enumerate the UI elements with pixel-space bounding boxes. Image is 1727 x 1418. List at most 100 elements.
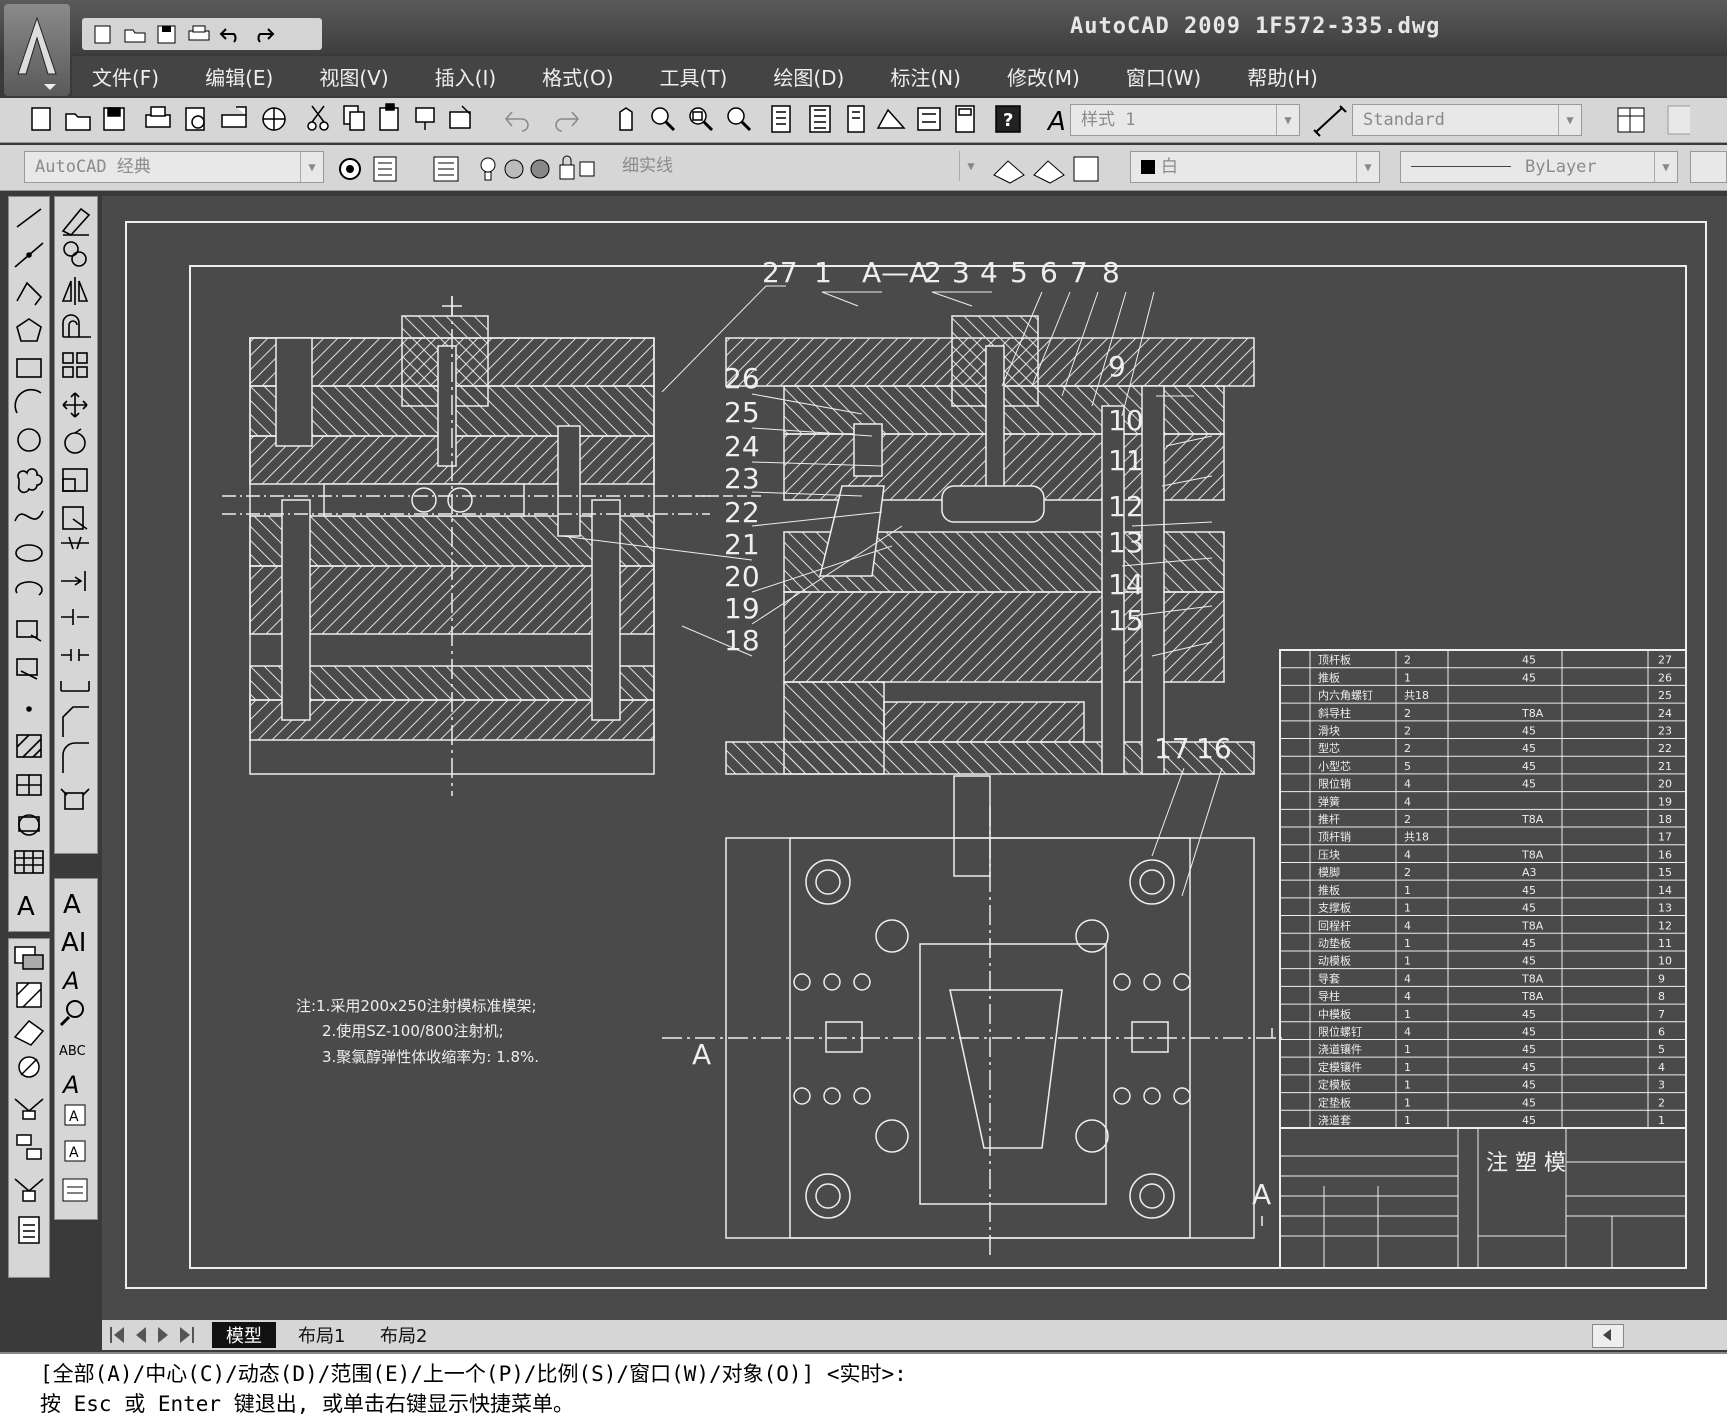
sheet-set-icon[interactable] — [876, 108, 906, 129]
table-icon[interactable] — [14, 850, 44, 874]
text-style-select[interactable]: 样式 1 ▼ — [1070, 104, 1300, 136]
viewport-freeze-icon[interactable] — [530, 159, 550, 179]
polyline-icon[interactable] — [16, 281, 43, 306]
break-at-point-icon[interactable] — [61, 609, 89, 625]
offset-icon[interactable] — [62, 314, 91, 338]
insert-block-icon[interactable] — [16, 620, 42, 642]
color-select[interactable]: 白 ▼ — [1130, 151, 1380, 183]
help-icon[interactable]: ? — [995, 105, 1021, 133]
layer-select[interactable]: 细实线 ▼ — [612, 151, 986, 183]
menu-tools[interactable]: 工具(T) — [660, 62, 728, 91]
draw-order-icon[interactable] — [14, 946, 44, 970]
markup-icon[interactable] — [917, 107, 941, 131]
toolbar-undo-icon[interactable] — [505, 111, 529, 132]
menu-window[interactable]: 窗口(W) — [1126, 62, 1201, 91]
single-line-text-icon[interactable]: AI — [61, 928, 86, 958]
menu-modify[interactable]: 修改(M) — [1007, 62, 1080, 91]
calculator-small-icon[interactable] — [18, 1216, 40, 1244]
trim-icon[interactable] — [61, 536, 89, 550]
tab-layout1[interactable]: 布局1 — [298, 1322, 345, 1348]
horizontal-scrollbar-left[interactable] — [1592, 1324, 1624, 1348]
fillet-icon[interactable] — [62, 742, 89, 773]
qnew-icon[interactable] — [31, 107, 51, 131]
revision-cloud-icon[interactable] — [17, 468, 43, 494]
calculator-icon[interactable] — [955, 105, 975, 133]
convert-distance-icon[interactable] — [62, 1178, 88, 1202]
menu-view[interactable]: 视图(V) — [319, 62, 388, 91]
tab-model[interactable]: 模型 — [212, 1322, 276, 1348]
lineweight-select[interactable] — [1690, 151, 1727, 183]
extend-icon[interactable] — [61, 571, 86, 591]
drawing-area[interactable]: 27 1 A—A 2 3 4 5 6 7 8 9 10 11 12 13 14 … — [102, 196, 1727, 1320]
copy-object-icon[interactable] — [63, 241, 87, 267]
match-properties-icon[interactable] — [415, 107, 435, 130]
new-icon[interactable] — [90, 23, 116, 45]
hatch-icon[interactable] — [16, 734, 42, 758]
application-menu-button[interactable] — [4, 4, 70, 96]
dimension-style-select[interactable]: Standard ▼ — [1352, 104, 1582, 136]
move-icon[interactable] — [62, 392, 88, 418]
paste-icon[interactable] — [379, 103, 399, 131]
cut-icon[interactable] — [307, 105, 329, 131]
tab-first-icon[interactable] — [110, 1327, 124, 1343]
tool-palettes-icon[interactable] — [847, 105, 865, 133]
array-icon[interactable] — [62, 352, 88, 378]
spell-check-icon[interactable]: ABC — [59, 1044, 86, 1059]
align-leaders-icon[interactable] — [16, 1134, 42, 1160]
scale-text-icon[interactable]: A — [64, 1104, 86, 1126]
undo-icon[interactable] — [218, 23, 244, 45]
stretch-object-icon[interactable] — [62, 506, 88, 530]
region-icon[interactable] — [18, 814, 40, 836]
tab-last-icon[interactable] — [180, 1327, 194, 1343]
polygon-icon[interactable] — [16, 318, 42, 342]
rotate-icon[interactable] — [64, 428, 86, 454]
join-icon[interactable] — [60, 681, 90, 692]
multileader-icon[interactable] — [14, 1098, 44, 1120]
plot-icon[interactable] — [145, 106, 171, 128]
publish-icon[interactable] — [221, 106, 247, 128]
arc-icon[interactable] — [14, 388, 42, 414]
plot-preview-icon[interactable] — [185, 107, 205, 131]
zoom-window-icon[interactable] — [689, 107, 714, 132]
collect-leaders-icon[interactable] — [14, 1178, 44, 1202]
gradient-icon[interactable] — [16, 774, 42, 796]
eraser-icon[interactable] — [13, 1019, 45, 1046]
ellipse-icon[interactable] — [15, 544, 43, 562]
make-current-layer-icon[interactable] — [993, 160, 1025, 184]
menu-format[interactable]: 格式(O) — [542, 62, 613, 91]
menu-dimension[interactable]: 标注(N) — [890, 62, 961, 91]
edit-text-icon[interactable]: A — [61, 967, 79, 995]
hatch-edit-icon[interactable] — [16, 982, 42, 1008]
design-center-icon[interactable] — [809, 105, 831, 133]
explode-icon[interactable] — [60, 788, 90, 810]
save-file-icon[interactable] — [103, 107, 125, 131]
justify-text-icon[interactable]: A — [64, 1140, 86, 1162]
workspace-select[interactable]: AutoCAD 经典 ▼ — [24, 151, 324, 183]
sun-freeze-icon[interactable] — [504, 159, 524, 179]
lock-icon[interactable] — [559, 155, 575, 180]
gear-icon[interactable] — [339, 158, 361, 180]
lightbulb-icon[interactable] — [480, 157, 496, 181]
command-line[interactable]: [全部(A)/中心(C)/动态(D)/范围(E)/上一个(P)/比例(S)/窗口… — [0, 1352, 1727, 1418]
zoom-realtime-icon[interactable] — [651, 107, 676, 132]
construction-line-icon[interactable] — [14, 242, 44, 268]
menu-help[interactable]: 帮助(H) — [1247, 62, 1318, 91]
layer-previous-icon[interactable] — [1033, 160, 1065, 184]
spline-icon[interactable] — [14, 510, 44, 522]
stretch-icon[interactable] — [18, 1056, 40, 1078]
erase-icon[interactable] — [61, 207, 91, 236]
find-replace-icon[interactable] — [59, 1000, 84, 1027]
redo-icon[interactable] — [250, 23, 276, 45]
linetype-select[interactable]: ByLayer ▼ — [1400, 151, 1678, 183]
3d-dwf-icon[interactable] — [262, 107, 286, 131]
text-icon[interactable]: A — [63, 890, 81, 920]
make-block-icon[interactable] — [16, 658, 38, 680]
toolbar-redo-icon[interactable] — [555, 111, 579, 132]
table-style-icon[interactable] — [1610, 100, 1690, 140]
text-style-manager-icon[interactable]: A — [61, 1071, 79, 1099]
layer-states-icon[interactable] — [1073, 156, 1099, 182]
multiline-text-icon[interactable]: A — [17, 892, 35, 922]
tab-layout2[interactable]: 布局2 — [380, 1322, 427, 1348]
circle-icon[interactable] — [17, 428, 41, 452]
pan-realtime-icon[interactable] — [619, 107, 633, 131]
